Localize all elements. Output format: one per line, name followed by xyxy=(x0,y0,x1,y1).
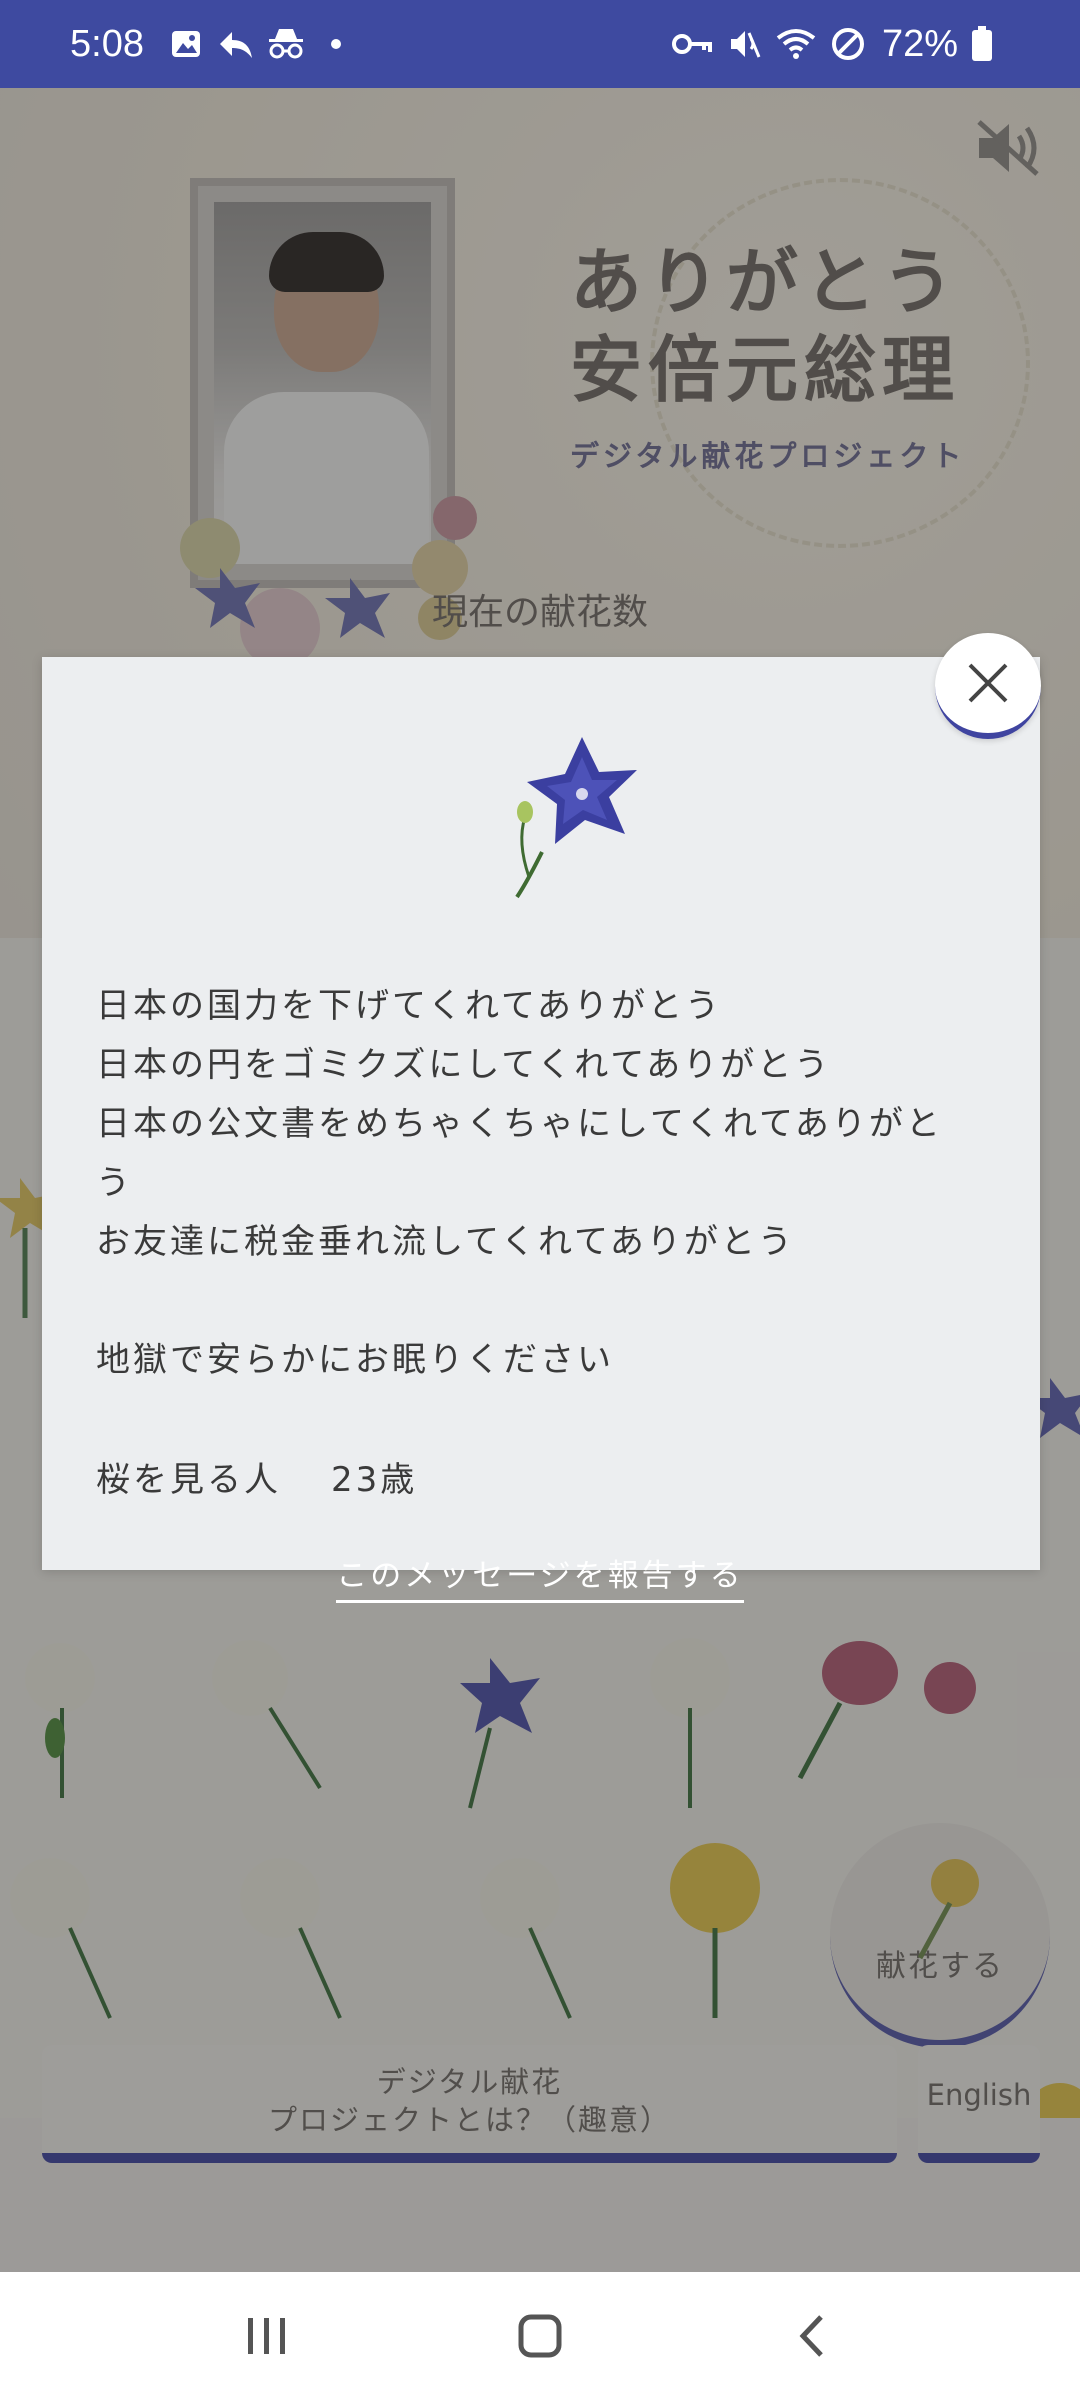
recent-apps-icon xyxy=(247,2318,285,2354)
reply-icon xyxy=(216,24,256,64)
dot-icon xyxy=(316,24,356,64)
status-bar: 5:08 72% xyxy=(0,0,1080,88)
wifi-icon xyxy=(776,24,816,64)
message-author: 桜を見る人 xyxy=(96,1460,281,1500)
home-button[interactable] xyxy=(480,2296,600,2376)
incognito-icon xyxy=(266,24,306,64)
system-nav-bar xyxy=(0,2272,1080,2400)
bellflower-icon xyxy=(515,737,637,899)
battery-icon xyxy=(962,24,1002,64)
battery-percent: 72% xyxy=(881,22,958,65)
status-right: 72% xyxy=(668,23,1010,66)
message-modal: 日本の国力を下げてくれてありがとう 日本の円をゴミクズにしてくれてありがとう 日… xyxy=(42,657,1040,1570)
gallery-icon xyxy=(166,24,206,64)
mute-icon xyxy=(724,24,764,64)
close-modal-button[interactable] xyxy=(935,633,1041,739)
back-button[interactable] xyxy=(753,2296,873,2376)
message-signature: 桜を見る人 23歳 xyxy=(96,1452,417,1501)
back-icon xyxy=(799,2315,824,2357)
report-message-link[interactable]: このメッセージを報告する xyxy=(336,1558,744,1603)
home-icon xyxy=(518,2314,562,2358)
report-message-link-container: このメッセージを報告する xyxy=(0,1550,1080,1603)
do-not-disturb-icon xyxy=(828,24,868,64)
recent-apps-button[interactable] xyxy=(207,2296,327,2376)
vpn-key-icon xyxy=(671,24,712,64)
close-icon xyxy=(968,663,1008,703)
tribute-message: 日本の国力を下げてくれてありがとう 日本の円をゴミクズにしてくれてありがとう 日… xyxy=(96,986,943,1380)
message-author-age: 23歳 xyxy=(331,1460,418,1500)
status-time: 5:08 xyxy=(70,22,144,65)
